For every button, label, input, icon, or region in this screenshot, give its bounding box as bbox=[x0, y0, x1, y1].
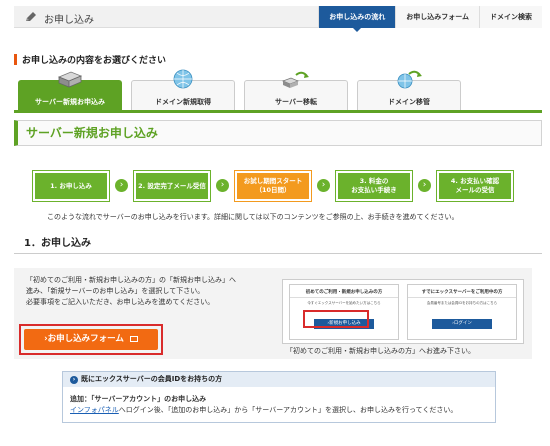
step-label: 4. お支払い確認 bbox=[450, 177, 500, 186]
arrow-right-icon: › bbox=[317, 179, 330, 192]
apply-panel: 「初めてのご利用・新規お申し込みの方」の「新規お申し込み」へ 進み、「新規サーバ… bbox=[14, 268, 532, 359]
tab-domain-transfer[interactable]: ドメイン移管 bbox=[357, 70, 461, 110]
step-label: お試し期間スタート bbox=[243, 177, 303, 186]
step-label: 2. 設定完了メール受信 bbox=[138, 181, 206, 190]
screenshot-caption: 「初めてのご利用・新規お申し込みの方」へお進み下さい。 bbox=[286, 347, 475, 355]
member-body: 追加：「サーバーアカウント」のお申し込み インフォパネルへログイン後、「追加のお… bbox=[63, 387, 495, 423]
step-trial-start: お試し期間スタート （10日間） bbox=[234, 170, 312, 202]
application-form-button[interactable]: ›お申し込みフォーム bbox=[24, 329, 158, 350]
tab-server-new[interactable]: サーバー新規お申込み bbox=[18, 71, 122, 110]
page-title: サーバー新規お申し込み bbox=[14, 120, 542, 146]
instruction-line: 「初めてのご利用・新規お申し込みの方」の「新規お申し込み」へ bbox=[26, 276, 236, 284]
preview-text: 今すぐエックスサーバーを始めたい方はこちら bbox=[307, 301, 381, 305]
flow-description: このような流れでサーバーのお申し込みを行います。詳細に関しては以下のコンテンツを… bbox=[47, 213, 459, 221]
nav-application-flow[interactable]: お申し込みの流れ bbox=[318, 6, 396, 32]
top-navigation: お申し込みの流れ お申し込みフォーム ドメイン検索 bbox=[318, 6, 542, 32]
preview-highlight-box bbox=[303, 310, 369, 328]
tab-label: ドメイン新規取得 bbox=[155, 98, 211, 106]
globe-icon bbox=[173, 69, 193, 89]
button-label: ›お申し込みフォーム bbox=[44, 334, 124, 344]
step-label: 1. お申し込み bbox=[50, 181, 92, 190]
step-apply: 1. お申し込み bbox=[32, 170, 110, 202]
screenshot-preview: 初めてのご利用・新規お申し込みの方 今すぐエックスサーバーを始めたい方はこちら … bbox=[282, 279, 524, 344]
preview-text: 会員番号または会員IDをお持ちの方はこちら bbox=[426, 301, 498, 305]
step-sublabel: お支払い手続き bbox=[351, 186, 397, 194]
select-heading-text: お申し込みの内容をお選びください bbox=[22, 56, 167, 66]
tab-label: サーバー新規お申込み bbox=[35, 98, 105, 106]
external-window-icon bbox=[129, 335, 138, 342]
existing-member-box: › 既にエックスサーバーの会員IDをお持ちの方 追加：「サーバーアカウント」のお… bbox=[62, 371, 496, 423]
preview-existing-user-column: すでにエックスサーバーをご利用中の方 会員番号または会員IDをお持ちの方はこちら… bbox=[407, 284, 517, 340]
preview-title: すでにエックスサーバーをご利用中の方 bbox=[408, 285, 516, 298]
arrow-right-icon: › bbox=[115, 179, 128, 192]
pencil-icon bbox=[26, 12, 36, 21]
nav-application-form[interactable]: お申し込みフォーム bbox=[395, 6, 479, 28]
tab-label: サーバー移転 bbox=[275, 98, 317, 106]
tab-server-transfer[interactable]: サーバー移転 bbox=[244, 71, 348, 110]
arrow-right-icon: › bbox=[216, 179, 229, 192]
header-bar: お申し込み お申し込みの流れ お申し込みフォーム ドメイン検索 bbox=[14, 6, 542, 32]
arrow-right-icon: › bbox=[418, 179, 431, 192]
preview-title: 初めてのご利用・新規お申し込みの方 bbox=[290, 285, 398, 298]
step-label: 3. 料金の bbox=[359, 177, 389, 186]
member-instruction: インフォパネルへログイン後、「追加のお申し込み」から「サーバーアカウント」を選択… bbox=[70, 405, 488, 416]
select-heading: お申し込みの内容をお選びください bbox=[14, 53, 166, 66]
server-transfer-icon bbox=[282, 71, 309, 88]
globe-transfer-icon bbox=[397, 70, 422, 89]
page-header-title: お申し込み bbox=[44, 15, 94, 26]
server-icon bbox=[57, 71, 83, 88]
instruction-line: 進み、「新規サーバーのお申し込み」を選択して下さい。 bbox=[26, 287, 205, 295]
service-tabs: サーバー新規お申込み ドメイン新規取得 サーバー移転 ドメイン移管 bbox=[18, 66, 538, 111]
heading-accent-bar bbox=[14, 54, 17, 65]
step-sublabel: （10日間） bbox=[255, 186, 291, 194]
tab-domain-new[interactable]: ドメイン新規取得 bbox=[131, 69, 235, 110]
member-title: 既にエックスサーバーの会員IDをお持ちの方 bbox=[81, 375, 223, 383]
instruction-line: 必要事項をご記入いただき、お申し込みを進めてください。 bbox=[26, 298, 215, 306]
step-payment-confirm: 4. お支払い確認 メールの受信 bbox=[436, 170, 514, 202]
nav-domain-search[interactable]: ドメイン検索 bbox=[479, 6, 542, 28]
member-header: › 既にエックスサーバーの会員IDをお持ちの方 bbox=[63, 372, 495, 387]
step-sublabel: メールの受信 bbox=[455, 186, 495, 194]
infopanel-link[interactable]: インフォパネル bbox=[70, 406, 119, 414]
member-add-heading: 追加：「サーバーアカウント」のお申し込み bbox=[70, 395, 207, 403]
chevron-right-icon: › bbox=[70, 375, 78, 384]
member-instruction-text: へログイン後、「追加のお申し込み」から「サーバーアカウント」を選択し、お申し込み… bbox=[118, 406, 458, 414]
step-setup-mail: 2. 設定完了メール受信 bbox=[133, 170, 211, 202]
apply-instructions: 「初めてのご利用・新規お申し込みの方」の「新規お申し込み」へ 進み、「新規サーバ… bbox=[26, 275, 266, 308]
tab-underline bbox=[14, 110, 542, 113]
tab-label: ドメイン移管 bbox=[388, 98, 430, 106]
section-title-apply: 1．お申し込み bbox=[14, 234, 542, 254]
preview-login-button: ›ログイン bbox=[432, 319, 492, 329]
form-button-highlight: ›お申し込みフォーム bbox=[19, 324, 163, 355]
step-payment: 3. 料金の お支払い手続き bbox=[335, 170, 413, 202]
